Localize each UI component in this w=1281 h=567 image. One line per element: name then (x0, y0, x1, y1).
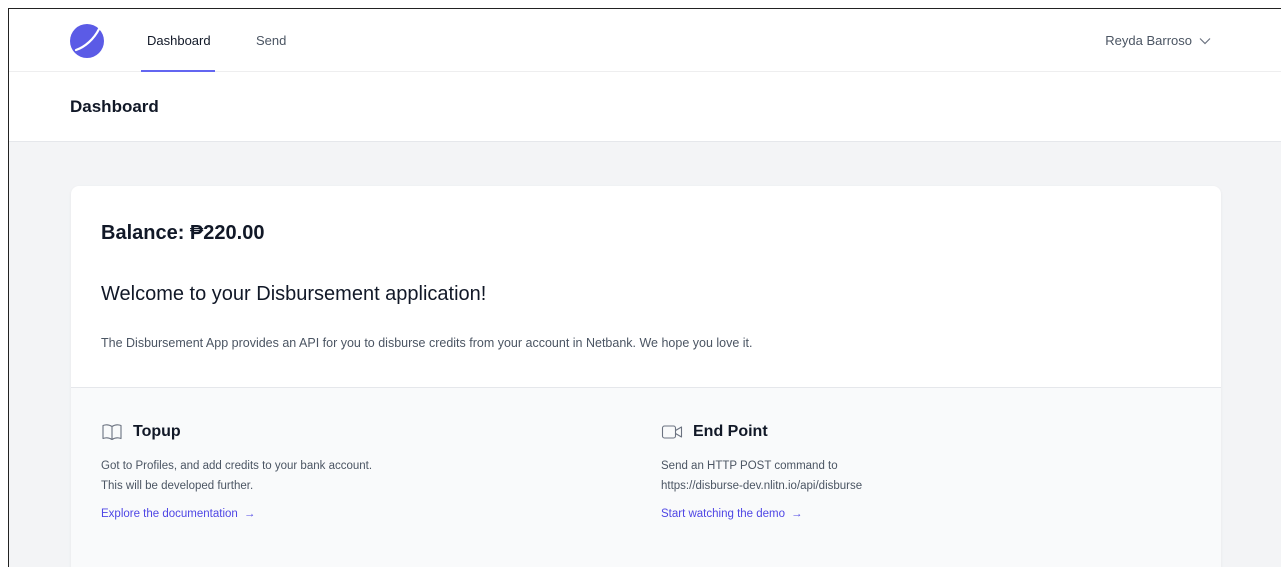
arrow-right-icon: → (791, 508, 803, 520)
nav-tab-send[interactable]: Send (256, 9, 286, 72)
feature-description-line: Got to Profiles, and add credits to your… (101, 460, 373, 472)
link-label: Explore the documentation (101, 508, 238, 520)
feature-title: End Point (693, 423, 768, 440)
app-logo-icon[interactable] (69, 23, 105, 59)
feature-description-line: Send an HTTP POST command to (661, 460, 838, 472)
app-window: Dashboard Send Reyda Barroso Dashboard B… (8, 8, 1281, 567)
nav-tab-dashboard[interactable]: Dashboard (141, 9, 215, 72)
chevron-down-icon (1199, 37, 1211, 44)
feature-header: Topup (101, 420, 601, 444)
intro-text: The Disbursement App provides an API for… (101, 336, 753, 350)
feature-endpoint: End Point Send an HTTP POST command to h… (661, 420, 1161, 522)
feature-description-line: https://disburse-dev.nlitn.io/api/disbur… (661, 480, 863, 492)
balance-text: Balance: ₱220.00 (101, 222, 265, 244)
feature-topup: Topup Got to Profiles, and add credits t… (101, 420, 601, 522)
video-camera-icon (661, 425, 683, 439)
feature-title: Topup (133, 423, 181, 440)
dashboard-card: Balance: ₱220.00 Welcome to your Disburs… (71, 186, 1221, 567)
page-title: Dashboard (70, 97, 159, 116)
link-label: Start watching the demo (661, 508, 786, 520)
page-header: Dashboard (9, 72, 1281, 142)
user-menu-button[interactable]: Reyda Barroso (1105, 9, 1211, 72)
feature-description-line: This will be developed further. (101, 480, 254, 492)
top-navigation: Dashboard Send Reyda Barroso (9, 9, 1281, 72)
feature-description: Got to Profiles, and add credits to your… (101, 456, 601, 496)
user-name: Reyda Barroso (1105, 33, 1192, 48)
card-features: Topup Got to Profiles, and add credits t… (71, 387, 1221, 567)
book-open-icon (102, 424, 122, 441)
explore-documentation-link[interactable]: Explore the documentation → (101, 508, 255, 520)
card-summary: Balance: ₱220.00 Welcome to your Disburs… (71, 186, 1221, 387)
feature-header: End Point (661, 420, 1161, 444)
welcome-heading: Welcome to your Disbursement application… (101, 283, 487, 305)
feature-description: Send an HTTP POST command to https://dis… (661, 456, 1161, 496)
arrow-right-icon: → (243, 508, 256, 520)
start-watching-demo-link[interactable]: Start watching the demo → (661, 508, 803, 520)
